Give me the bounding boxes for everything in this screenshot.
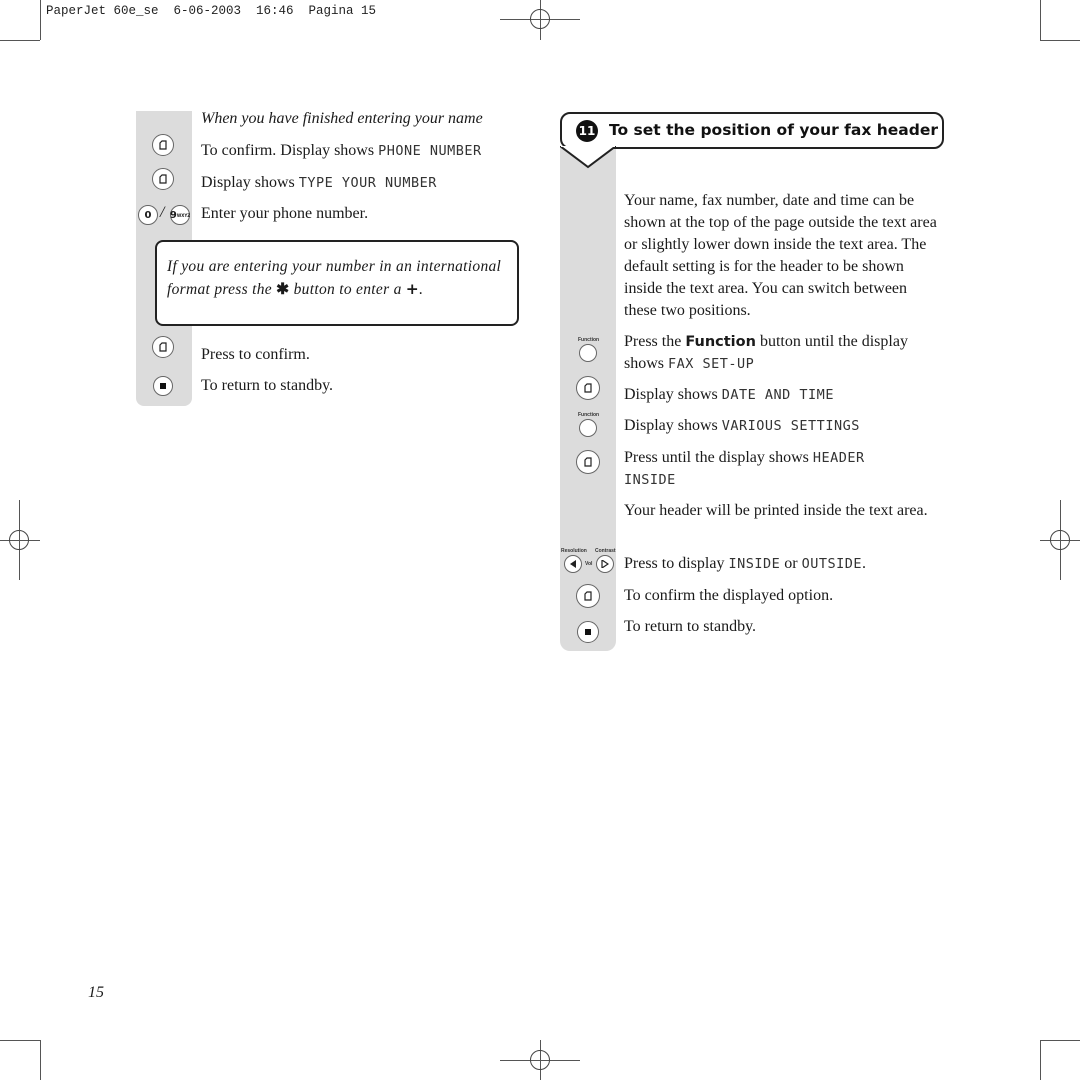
left-arrow-icon — [564, 555, 582, 573]
left-standby-step: To return to standby. — [201, 377, 334, 394]
resolution-label: Resolution — [561, 548, 587, 554]
function-button-icon — [579, 344, 597, 362]
key-9-icon: 9 WXYZ — [170, 205, 190, 225]
lcd-display-text: DATE AND TIME — [721, 387, 834, 403]
vol-label: Vol — [585, 561, 593, 567]
ok-button-icon — [576, 584, 600, 608]
section-number-badge: 11 — [576, 120, 598, 142]
info-note-box: If you are entering your number in an in… — [155, 240, 519, 326]
lcd-display-text: TYPE YOUR NUMBER — [298, 175, 437, 191]
left-confirm-step: Press to confirm. — [201, 346, 310, 363]
ok-button-icon — [152, 134, 174, 156]
key-0-icon: 0 — [138, 205, 158, 225]
ok-button-icon — [576, 450, 600, 474]
right-step-5: Your header will be printed inside the t… — [624, 502, 928, 519]
function-label: Function — [578, 412, 600, 418]
left-step-2: Display shows TYPE YOUR NUMBER — [201, 172, 437, 194]
key-separator: / — [160, 204, 165, 221]
contrast-label: Contrast — [595, 548, 616, 554]
heading-pointer — [560, 146, 616, 169]
section-heading: To set the position of your fax header — [609, 121, 939, 139]
function-keyword: Function — [685, 334, 756, 350]
left-step-3: Enter your phone number. — [201, 205, 369, 222]
lcd-display-text: INSIDE — [728, 556, 781, 572]
left-intro: When you have finished entering your nam… — [201, 110, 483, 127]
step-text: To confirm. Display shows — [201, 142, 379, 159]
star-key-icon: ✱ — [276, 281, 290, 298]
right-step-2: Display shows DATE AND TIME — [624, 386, 834, 403]
ok-button-icon — [576, 376, 600, 400]
stop-button-icon — [153, 376, 173, 396]
plus-symbol: + — [405, 280, 420, 298]
step-text: Display shows — [201, 174, 299, 191]
lcd-display-text: VARIOUS SETTINGS — [721, 418, 860, 434]
right-arrow-icon — [596, 555, 614, 573]
right-step-4: Press until the display shows HEADER INS… — [624, 449, 865, 488]
left-step-1: To confirm. Display shows PHONE NUMBER — [201, 140, 482, 162]
right-step-8: To return to standby. — [624, 618, 757, 635]
function-label: Function — [578, 337, 600, 343]
ok-button-icon — [152, 168, 174, 190]
print-slug: PaperJet 60e_se 6-06-2003 16:46 Pagina 1… — [46, 4, 377, 18]
right-step-7: To confirm the displayed option. — [624, 587, 834, 604]
lcd-display-text: FAX SET-UP — [668, 356, 755, 372]
page-number: 15 — [88, 984, 104, 1001]
right-step-3: Display shows VARIOUS SETTINGS — [624, 417, 860, 434]
lcd-display-text: PHONE NUMBER — [378, 143, 482, 159]
lcd-display-text: OUTSIDE — [801, 556, 862, 572]
function-button-icon — [579, 419, 597, 437]
right-intro-paragraph: Your name, fax number, date and time can… — [624, 192, 937, 319]
right-step-6: Press to display INSIDE or OUTSIDE. — [624, 555, 866, 572]
ok-button-icon — [152, 336, 174, 358]
stop-button-icon — [577, 621, 599, 643]
right-step-1: Press the Function button until the disp… — [624, 333, 908, 372]
